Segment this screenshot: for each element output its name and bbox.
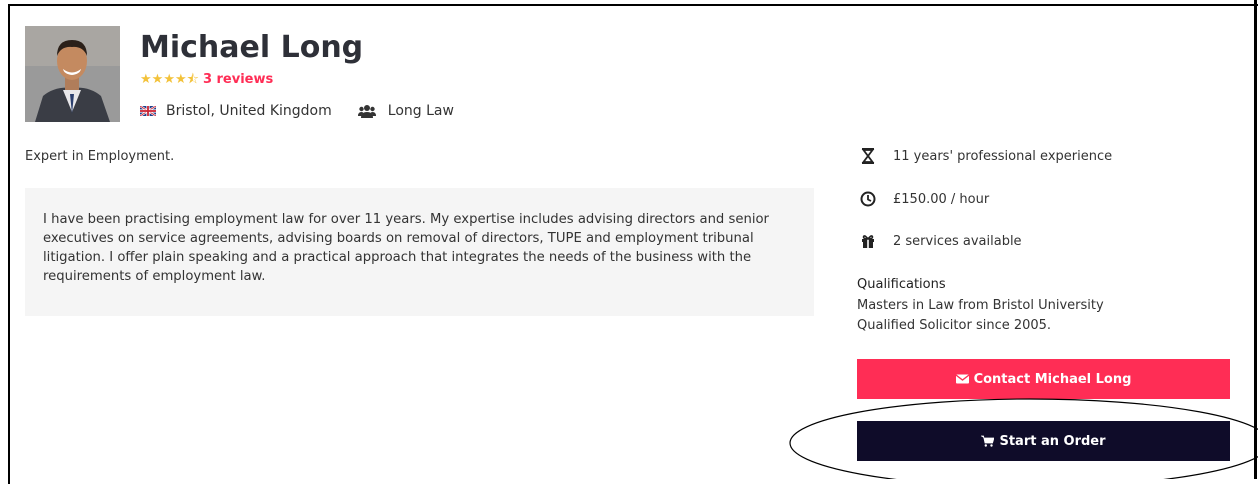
- rate-row: £150.00 / hour: [859, 190, 989, 208]
- star-half-icon: ⯪: [186, 72, 199, 87]
- avatar: [25, 26, 120, 122]
- cart-icon: [981, 435, 995, 447]
- reviews-link[interactable]: 3 reviews: [203, 72, 273, 87]
- contact-button-label: Contact Michael Long: [973, 371, 1132, 387]
- qualification-item: Qualified Solicitor since 2005.: [857, 318, 1052, 333]
- star-icon: ★: [174, 72, 187, 87]
- clock-icon: [860, 191, 876, 207]
- envelope-icon: [955, 374, 969, 384]
- hourglass-icon: [861, 148, 875, 164]
- gift-icon: [862, 235, 874, 248]
- star-icon: ★: [151, 72, 164, 87]
- tagline: Expert in Employment.: [25, 149, 175, 164]
- location-text: Bristol, United Kingdom: [166, 103, 332, 119]
- frame-edge: [1254, 0, 1257, 479]
- services-text: 2 services available: [893, 233, 1022, 249]
- services-row: 2 services available: [859, 232, 1022, 250]
- start-order-button[interactable]: Start an Order: [857, 421, 1230, 461]
- star-icon: ★: [163, 72, 175, 87]
- uk-flag-icon: [140, 106, 156, 116]
- description-panel: I have been practising employment law fo…: [25, 188, 814, 316]
- qualifications-title: Qualifications: [857, 277, 946, 292]
- rate-text: £150.00 / hour: [893, 191, 990, 207]
- rating[interactable]: ★★★★⯪ 3 reviews: [140, 71, 273, 88]
- profile-meta: Bristol, United Kingdom Long Law: [140, 103, 454, 119]
- profile-name: Michael Long: [140, 30, 364, 65]
- star-icon: ★: [140, 72, 152, 87]
- firm-link[interactable]: Long Law: [388, 103, 454, 119]
- qualification-item: Masters in Law from Bristol University: [857, 298, 1104, 313]
- experience-text: 11 years' professional experience: [893, 148, 1113, 164]
- contact-button[interactable]: Contact Michael Long: [857, 359, 1230, 399]
- start-order-button-label: Start an Order: [999, 433, 1106, 449]
- description-text: I have been practising employment law fo…: [43, 212, 769, 284]
- experience-row: 11 years' professional experience: [859, 147, 1112, 165]
- users-icon: [357, 105, 376, 118]
